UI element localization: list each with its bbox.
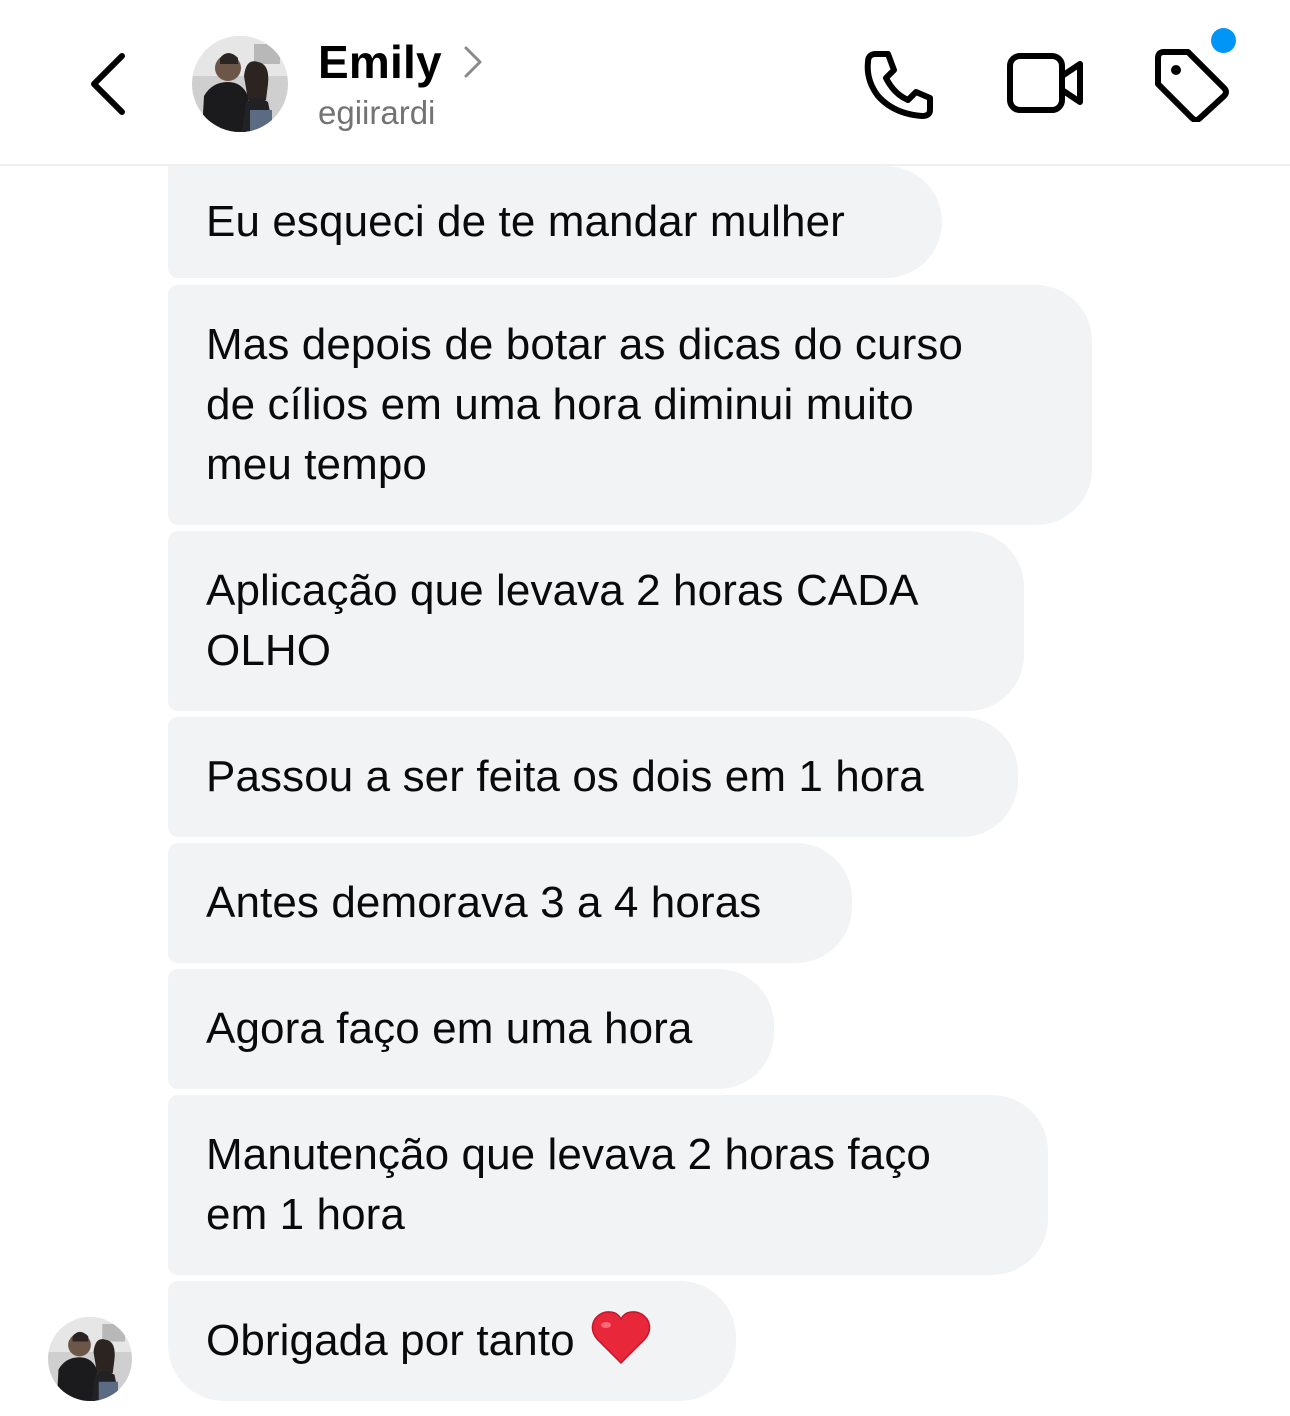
phone-icon: [864, 51, 933, 119]
message-text: Eu esqueci de te mandar mulher: [206, 197, 845, 246]
chevron-right-icon: [464, 46, 482, 78]
label-button[interactable]: [1152, 48, 1230, 123]
contact-name: Emily: [318, 36, 442, 88]
message-text: Agora faço em uma hora: [206, 1004, 693, 1053]
video-call-button[interactable]: [1006, 50, 1086, 116]
avatar-photo: [48, 1317, 132, 1401]
contact-handle: egiirardi: [318, 94, 436, 131]
heart-emoji-icon: [591, 1311, 650, 1365]
message-bubble[interactable]: Agora faço em uma hora: [168, 969, 774, 1089]
chevron-left-icon: [91, 53, 125, 115]
message-bubble[interactable]: Antes demorava 3 a 4 horas: [168, 843, 852, 963]
tag-icon: [1155, 49, 1229, 123]
avatar-photo: [192, 36, 288, 132]
message-bubble[interactable]: Passou a ser feita os dois em 1 hora: [168, 717, 1018, 837]
message-text: Antes demorava 3 a 4 horas: [206, 878, 762, 927]
message-text: Aplicação que levava 2 horas CADA OLHO: [206, 566, 919, 675]
message-bubble[interactable]: Aplicação que levava 2 horas CADA OLHO: [168, 531, 1024, 711]
message-bubble[interactable]: Obrigada por tanto: [168, 1281, 736, 1401]
contact-info[interactable]: Emily egiirardi: [318, 32, 484, 132]
back-button[interactable]: [80, 50, 136, 118]
message-bubble[interactable]: Manutenção que levava 2 horas faço em 1 …: [168, 1095, 1048, 1275]
message-text: Passou a ser feita os dois em 1 hora: [206, 752, 924, 801]
chat-header: Emily egiirardi: [0, 0, 1290, 166]
audio-call-button[interactable]: [860, 48, 936, 122]
message-text: Mas depois de botar as dicas do curso de…: [206, 320, 964, 489]
notification-dot: [1211, 28, 1236, 53]
video-camera-icon: [1007, 53, 1083, 113]
sender-avatar[interactable]: [48, 1317, 132, 1401]
contact-avatar[interactable]: [192, 36, 288, 132]
message-text: Manutenção que levava 2 horas faço em 1 …: [206, 1130, 931, 1239]
message-bubble[interactable]: Mas depois de botar as dicas do curso de…: [168, 285, 1092, 525]
message-bubble[interactable]: Eu esqueci de te mandar mulher: [168, 166, 942, 278]
contact-name-row[interactable]: Emily: [318, 32, 484, 92]
message-text: Obrigada por tanto: [206, 1316, 575, 1365]
